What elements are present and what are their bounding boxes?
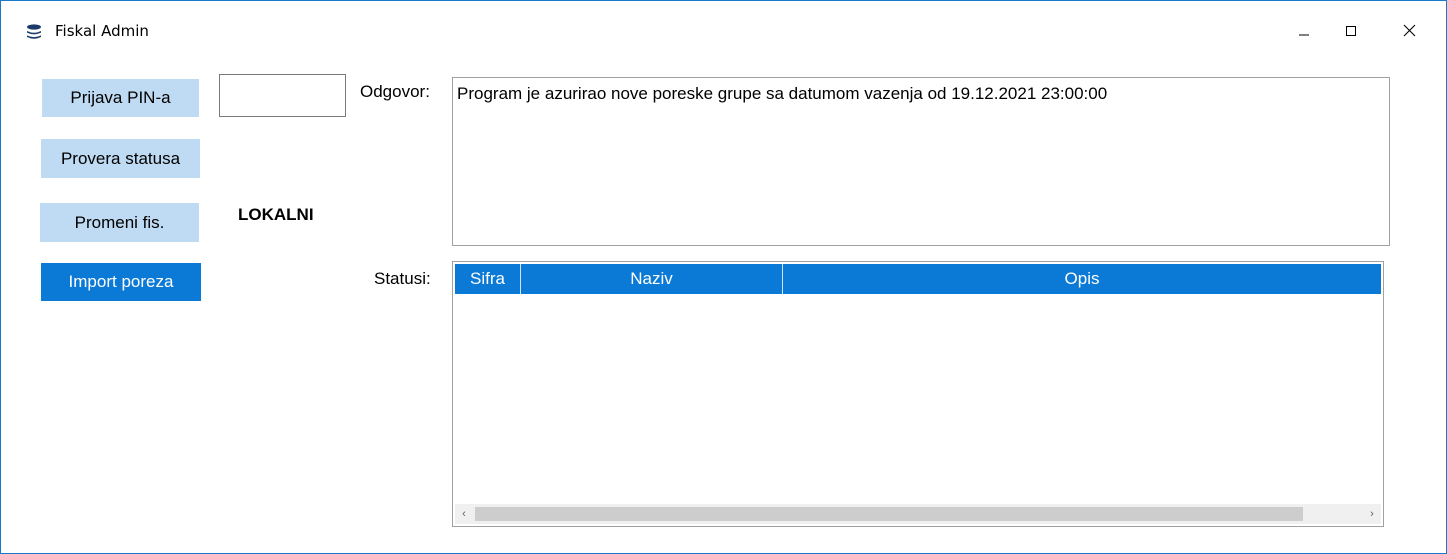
database-icon xyxy=(25,23,43,41)
statuses-table[interactable]: Sifra Naziv Opis ‹ › xyxy=(452,261,1384,527)
import-poreza-button[interactable]: Import poreza xyxy=(41,263,201,301)
app-window: Fiskal Admin Prijava PIN-a Provera statu… xyxy=(0,0,1447,554)
maximize-icon xyxy=(1345,24,1357,42)
minimize-button[interactable] xyxy=(1281,13,1327,53)
minimize-icon xyxy=(1298,24,1310,42)
statuses-label: Statusi: xyxy=(374,269,431,288)
response-label: Odgovor: xyxy=(360,82,430,101)
scrollbar-thumb[interactable] xyxy=(475,507,1303,521)
column-header-naziv[interactable]: Naziv xyxy=(521,264,783,294)
window-title: Fiskal Admin xyxy=(55,22,149,40)
column-header-sifra[interactable]: Sifra xyxy=(455,264,521,294)
promeni-fis-button[interactable]: Promeni fis. xyxy=(40,203,199,242)
scroll-right-icon[interactable]: › xyxy=(1363,504,1381,524)
maximize-button[interactable] xyxy=(1328,13,1374,53)
table-header: Sifra Naziv Opis xyxy=(455,264,1381,294)
pin-input[interactable] xyxy=(219,74,346,117)
title-bar[interactable]: Fiskal Admin xyxy=(1,1,1446,61)
column-header-opis[interactable]: Opis xyxy=(783,264,1381,294)
provera-statusa-button[interactable]: Provera statusa xyxy=(41,139,200,178)
response-textbox[interactable]: Program je azurirao nove poreske grupe s… xyxy=(452,77,1390,246)
close-icon xyxy=(1403,24,1416,42)
close-button[interactable] xyxy=(1386,13,1432,53)
scroll-left-icon[interactable]: ‹ xyxy=(455,504,473,524)
horizontal-scrollbar[interactable]: ‹ › xyxy=(455,504,1381,524)
prijava-pin-button[interactable]: Prijava PIN-a xyxy=(42,79,199,117)
mode-label: LOKALNI xyxy=(238,205,314,224)
